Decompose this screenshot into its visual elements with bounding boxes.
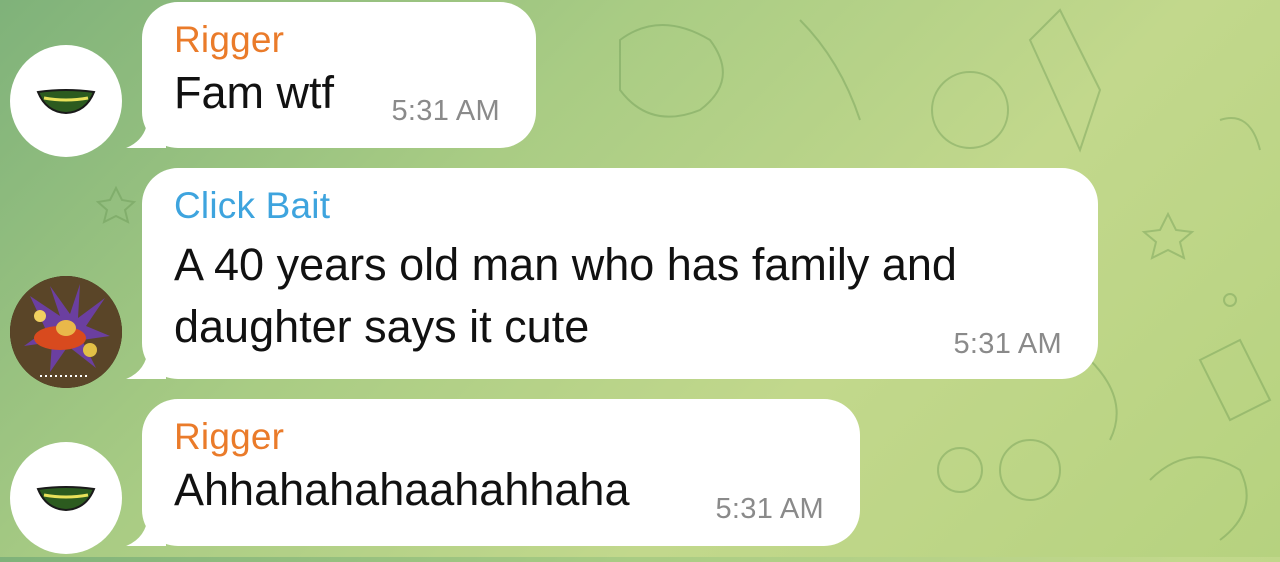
message-text-line-1: A 40 years old man who has family and <box>174 239 957 290</box>
bubble-tail <box>126 516 166 546</box>
avatar-rigger[interactable] <box>10 45 122 157</box>
message-bubble[interactable]: Rigger Ahhahahahaahahhaha 5:31 AM <box>126 399 860 546</box>
message-time: 5:31 AM <box>391 95 500 127</box>
bubble-tail <box>126 118 166 148</box>
avatar-click-bait[interactable] <box>10 276 122 388</box>
sender-name[interactable]: Rigger <box>174 18 504 62</box>
bubble-tail <box>126 349 166 379</box>
message-text-line-2: daughter says it cute <box>174 301 590 352</box>
avatar-rigger[interactable] <box>10 442 122 554</box>
sender-name[interactable]: Click Bait <box>174 184 1066 228</box>
message-bubble[interactable]: Click Bait A 40 years old man who has fa… <box>126 168 1098 379</box>
green-bowl-avatar-icon <box>36 89 96 115</box>
message-time: 5:31 AM <box>953 328 1062 360</box>
anime-character-avatar <box>10 276 122 388</box>
sender-name[interactable]: Rigger <box>174 415 828 459</box>
message-time: 5:31 AM <box>715 493 824 525</box>
message-bubble[interactable]: Rigger Fam wtf 5:31 AM <box>126 2 536 148</box>
green-bowl-avatar-icon <box>36 486 96 512</box>
